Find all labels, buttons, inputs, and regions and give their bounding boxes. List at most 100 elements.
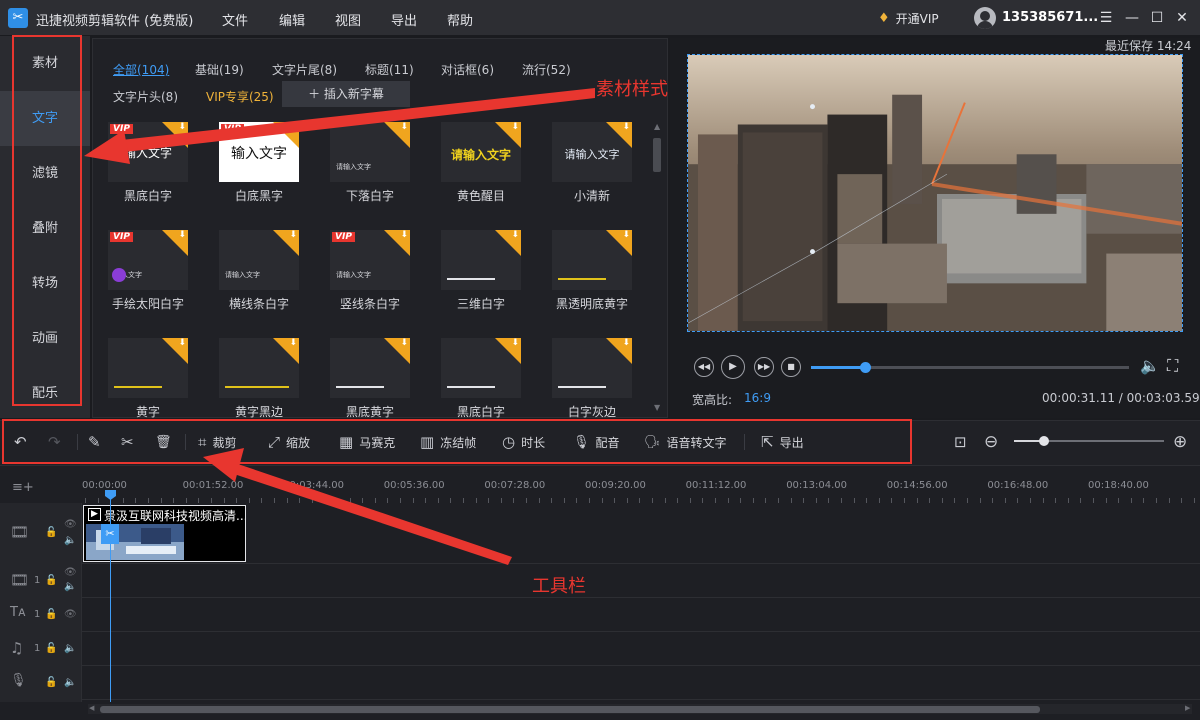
download-icon[interactable]: ⬇ [511,338,519,348]
scroll-right-icon[interactable]: ▶ [1185,704,1190,712]
eye-icon[interactable]: 👁 [64,519,77,530]
download-icon[interactable]: ⬇ [289,230,297,240]
stop-icon[interactable]: ■ [781,357,801,377]
vip-badge: VIP [332,232,355,242]
username[interactable]: 135385671... [1002,10,1098,25]
subtitle-style-tile[interactable]: 请输入文字 ⬇ [219,230,299,290]
tab-text-ending[interactable]: 文字片尾(8) [272,61,337,78]
menu-export[interactable]: 导出 [391,10,417,29]
menu-icon[interactable]: ☰ [1096,8,1116,28]
eye-icon[interactable]: 👁 [64,567,77,578]
zoom-in-button[interactable]: ⊕ [1173,431,1187,453]
download-icon[interactable]: ⬇ [622,122,630,132]
download-icon[interactable]: ⬇ [622,230,630,240]
video-preview[interactable] [687,54,1183,332]
scroll-left-icon[interactable]: ◀ [89,704,94,712]
open-vip-button[interactable]: ♦ 开通VIP [878,8,939,28]
subtitle-style-label: 黄色醒目 [456,189,505,203]
timeline-scroll-thumb[interactable] [100,706,1040,713]
ruler-label: 00:09:20.00 [585,480,646,491]
scroll-down-icon[interactable]: ▼ [654,403,660,412]
menu-view[interactable]: 视图 [335,10,361,29]
app-title: 迅捷视频剪辑软件 (免费版) [36,14,194,29]
download-icon[interactable]: ⬇ [400,230,408,240]
subtitle-style-tile[interactable]: 输入文字 VIP ⬇ [219,122,299,182]
annotation-box-toolbar [2,419,912,464]
subtitle-style-tile[interactable]: ⬇ [219,338,299,398]
forward-icon[interactable]: ▶▶ [754,357,774,377]
download-icon[interactable]: ⬇ [400,338,408,348]
fit-timeline-button[interactable]: ⊡ [954,431,967,453]
avatar[interactable] [974,7,996,29]
menu-help[interactable]: 帮助 [447,10,473,29]
track-text [0,598,1200,632]
clip-video-icon: ▶ [88,508,101,521]
minimize-icon[interactable]: — [1122,8,1142,28]
app-window: ✂ 迅捷视频剪辑软件 (免费版) 文件 编辑 视图 导出 帮助 ♦ 开通VIP … [0,0,1200,720]
maximize-icon[interactable]: ☐ [1147,8,1167,28]
subtitle-style-tile[interactable]: ⬇ [108,338,188,398]
subtitle-style-tile[interactable]: ⬇ [552,338,632,398]
subtitle-style-tile[interactable]: 请输入文字 VIP ⬇ [330,230,410,290]
subtitle-style-tile[interactable]: 请输入文字 ⬇ [441,122,521,182]
subtitle-style-tile[interactable]: 输入文字 VIP ⬇ [108,122,188,182]
lock-icon[interactable]: 🔓 [45,677,57,688]
download-icon[interactable]: ⬇ [511,230,519,240]
track-music [0,632,1200,666]
subtitle-style-tile[interactable]: 输入文字 VIP ⬇ [108,230,188,290]
panel-scrollbar[interactable] [653,138,661,172]
download-icon[interactable]: ⬇ [511,122,519,132]
rewind-icon[interactable]: ◀◀ [694,357,714,377]
volume-icon[interactable]: 🔈 [1140,356,1160,375]
split-marker-icon[interactable]: ✂ [101,524,119,544]
track-header: ♫ 1 🔓 🔈 [0,632,82,666]
lock-icon[interactable]: 🔓 [45,527,57,538]
subtitle-style-tile[interactable]: 请输入文字 ⬇ [330,122,410,182]
playback-progress-knob[interactable] [860,362,871,373]
tab-basic[interactable]: 基础(19) [195,61,244,78]
speaker-icon[interactable]: 🔈 [64,535,76,546]
download-icon[interactable]: ⬇ [178,122,186,132]
speaker-icon[interactable]: 🔈 [64,677,76,688]
video-frame-image [688,55,1182,331]
tab-popular[interactable]: 流行(52) [522,61,571,78]
lock-icon[interactable]: 🔓 [45,643,57,654]
subtitle-style-tile[interactable]: ⬇ [441,338,521,398]
subtitle-style-tile[interactable]: ⬇ [552,230,632,290]
scroll-up-icon[interactable]: ▲ [654,122,660,131]
subtitle-style-tile[interactable]: 请输入文字 ⬇ [552,122,632,182]
tile-preview-line [114,386,162,388]
tab-dialog[interactable]: 对话框(6) [441,61,494,78]
tab-all[interactable]: 全部(104) [113,61,169,78]
timecode: 00:00:31.11 / 00:03:03.59 [1042,391,1200,405]
download-icon[interactable]: ⬇ [178,338,186,348]
download-icon[interactable]: ⬇ [400,122,408,132]
subtitle-style-tile[interactable]: ⬇ [441,230,521,290]
tab-vip[interactable]: VIP专享(25) [206,88,274,105]
menu-edit[interactable]: 编辑 [279,10,305,29]
tab-text-opening[interactable]: 文字片头(8) [113,88,178,105]
aspect-ratio-value[interactable]: 16:9 [744,391,771,405]
download-icon[interactable]: ⬇ [178,230,186,240]
menu-file[interactable]: 文件 [222,10,248,29]
fullscreen-icon[interactable]: ⛶ [1167,356,1178,376]
speaker-icon[interactable]: 🔈 [64,581,76,592]
timeline-zoom-knob[interactable] [1039,436,1049,446]
speaker-icon[interactable]: 🔈 [64,643,76,654]
annotation-box-sidebar [12,35,82,406]
subtitle-style-label: 竖线条白字 [339,297,400,311]
download-icon[interactable]: ⬇ [289,338,297,348]
download-icon[interactable]: ⬇ [289,122,297,132]
download-icon[interactable]: ⬇ [622,338,630,348]
lock-icon[interactable]: 🔓 [45,609,57,620]
subtitle-style-tile[interactable]: ⬇ [330,338,410,398]
eye-icon[interactable]: 👁 [64,609,77,620]
play-button[interactable]: ▶ [721,355,745,379]
subtitle-style-label: 黑底黄字 [345,405,394,419]
add-track-icon[interactable]: ≡+ [12,480,34,495]
tab-title[interactable]: 标题(11) [365,61,414,78]
insert-subtitle-button[interactable]: ＋ 插入新字幕 [282,81,410,107]
close-icon[interactable]: ✕ [1172,8,1192,28]
zoom-out-button[interactable]: ⊖ [984,431,998,453]
lock-icon[interactable]: 🔓 [45,575,57,586]
